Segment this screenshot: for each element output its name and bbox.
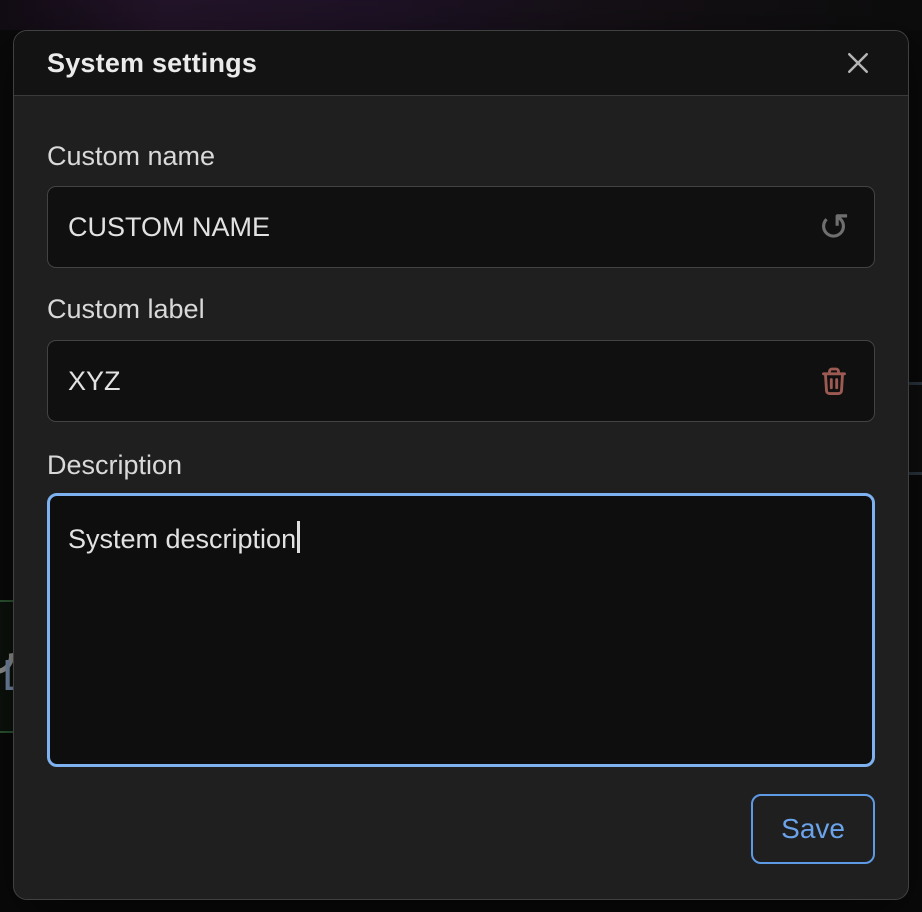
reset-custom-name-button[interactable]: ↺ xyxy=(813,206,855,248)
save-button[interactable]: Save xyxy=(751,794,875,864)
custom-label-field-wrap xyxy=(47,340,875,422)
x-icon xyxy=(843,48,873,78)
close-button[interactable] xyxy=(838,43,878,83)
background-top-gradient xyxy=(0,0,922,30)
dialog-body: Custom name ↺ Custom label xyxy=(14,96,908,899)
rotate-ccw-icon: ↺ xyxy=(818,208,850,246)
description-label: Description xyxy=(47,450,875,480)
dialog-header: System settings xyxy=(14,31,908,96)
description-text: System description xyxy=(68,524,296,554)
trash-icon xyxy=(816,363,852,399)
delete-custom-label-button[interactable] xyxy=(813,360,855,402)
background-divider-line xyxy=(909,472,922,475)
background-divider-line xyxy=(909,382,922,385)
background-partial-letter: L xyxy=(2,654,13,698)
text-cursor xyxy=(297,521,300,553)
dialog-footer: Save xyxy=(47,794,875,864)
custom-name-input[interactable] xyxy=(47,186,875,268)
dialog-title: System settings xyxy=(47,48,257,79)
description-textarea[interactable]: System description xyxy=(47,493,875,767)
background-right-panel xyxy=(909,385,922,472)
custom-name-field-wrap: ↺ xyxy=(47,186,875,268)
background-partial-item: L xyxy=(0,600,13,733)
custom-label-input[interactable] xyxy=(47,340,875,422)
system-settings-dialog: System settings Custom name ↺ Custom lab… xyxy=(13,30,909,900)
custom-label-label: Custom label xyxy=(47,294,875,324)
custom-name-label: Custom name xyxy=(47,141,875,171)
